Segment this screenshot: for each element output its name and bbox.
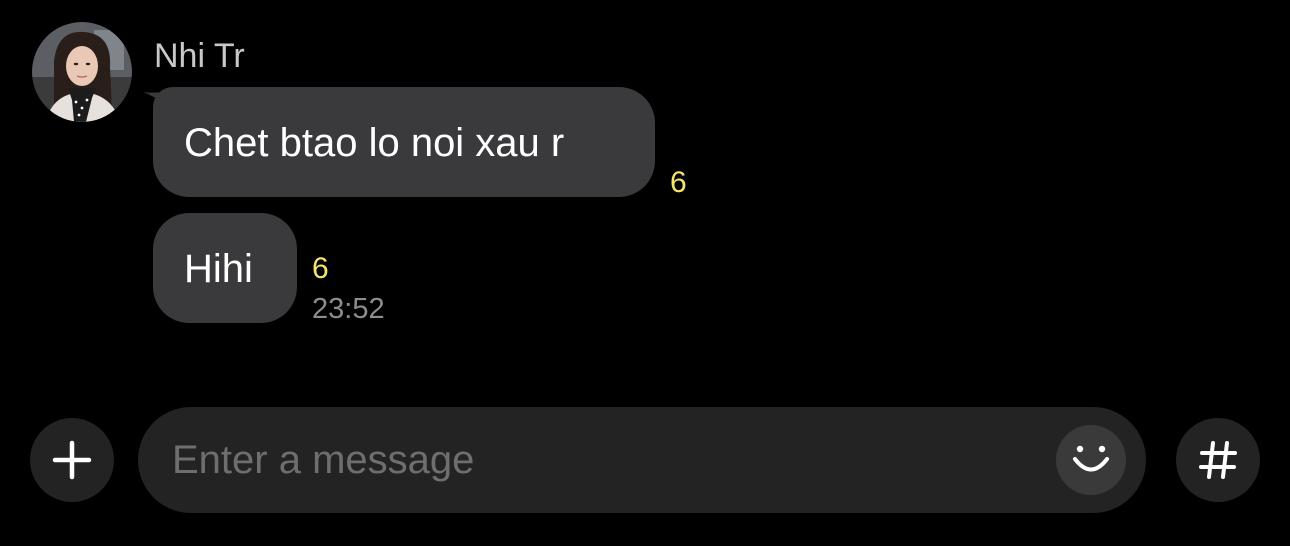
plus-icon — [52, 440, 92, 480]
emoji-button[interactable] — [1056, 425, 1126, 495]
sender-avatar[interactable] — [32, 22, 132, 122]
message-bubble[interactable]: Chet btao lo noi xau r — [153, 87, 655, 197]
message-timestamp: 23:52 — [312, 293, 385, 325]
unread-count: 6 — [670, 166, 687, 199]
chat-screen: Nhi Tr Chet btao lo noi xau r 6 Hihi 6 2… — [0, 0, 1290, 546]
profile-photo-icon — [32, 22, 132, 122]
hashtag-button[interactable] — [1176, 418, 1260, 502]
message-input[interactable] — [172, 431, 1032, 489]
message-input-container[interactable] — [138, 407, 1146, 513]
message-text: Hihi — [184, 247, 253, 291]
unread-count: 6 — [312, 252, 329, 285]
message-text: Chet btao lo noi xau r — [184, 121, 565, 165]
message-bubble[interactable]: Hihi — [153, 213, 297, 323]
add-attachment-button[interactable] — [30, 418, 114, 502]
emoji-icon — [1073, 445, 1109, 472]
sender-name: Nhi Tr — [154, 37, 245, 75]
hashtag-icon — [1199, 441, 1237, 479]
